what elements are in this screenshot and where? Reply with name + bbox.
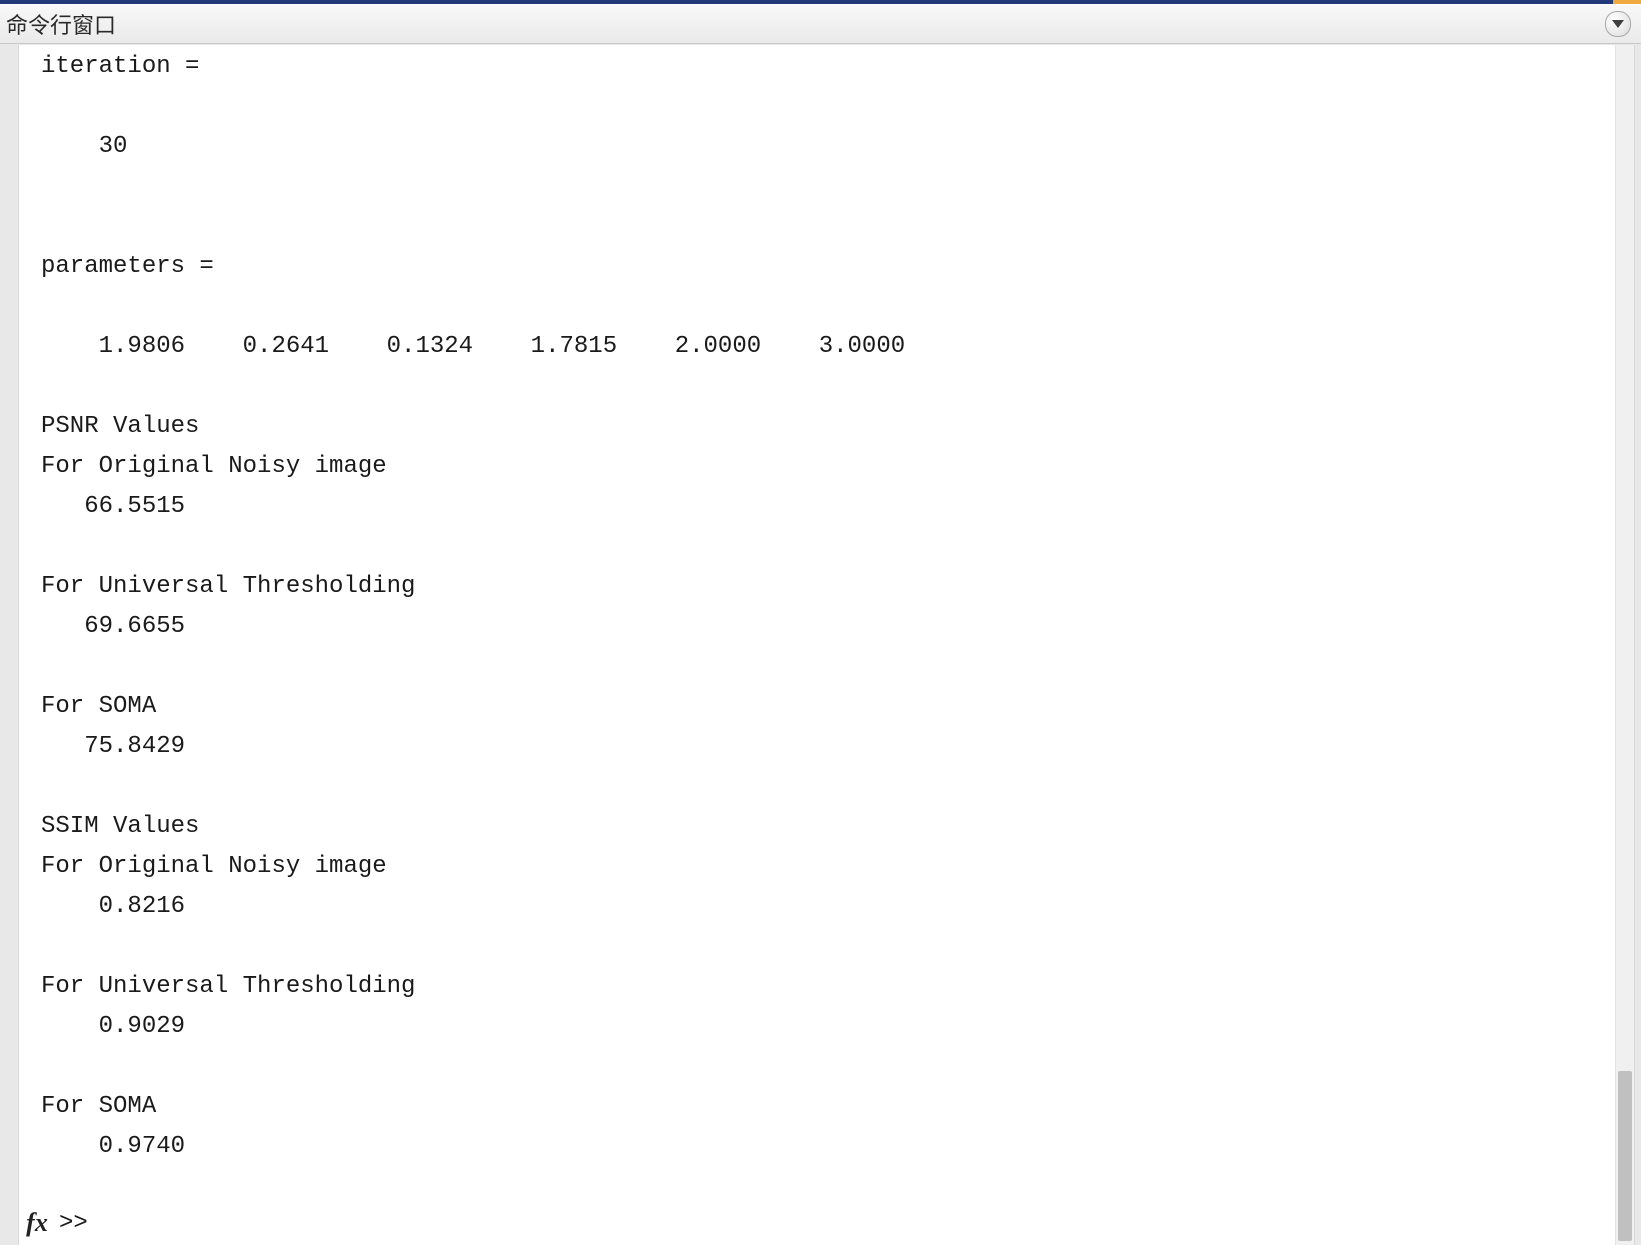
output-psnr-orig-label: For Original Noisy image bbox=[41, 453, 387, 480]
chevron-down-icon bbox=[1612, 20, 1624, 28]
command-prompt[interactable]: >> bbox=[59, 1210, 88, 1237]
output-ssim-ut-label: For Universal Thresholding bbox=[41, 973, 415, 1000]
command-window-titlebar: 命令行窗口 bbox=[0, 4, 1641, 44]
output-ssim-orig-value: 0.8216 bbox=[41, 893, 185, 920]
scrollbar-thumb[interactable] bbox=[1618, 1071, 1632, 1241]
output-psnr-ut-value: 69.6655 bbox=[41, 613, 185, 640]
command-window-body: iteration = 30 parameters = 1.9806 0.264… bbox=[18, 45, 1635, 1245]
output-ssim-orig-label: For Original Noisy image bbox=[41, 853, 387, 880]
command-window-output[interactable]: iteration = 30 parameters = 1.9806 0.264… bbox=[19, 45, 1615, 1245]
output-ssim-ut-value: 0.9029 bbox=[41, 1013, 185, 1040]
output-psnr-ut-label: For Universal Thresholding bbox=[41, 573, 415, 600]
output-psnr-soma-label: For SOMA bbox=[41, 693, 156, 720]
panel-menu-button[interactable] bbox=[1605, 11, 1631, 37]
output-iteration-value: 30 bbox=[41, 133, 127, 160]
output-ssim-soma-value: 0.9740 bbox=[41, 1133, 185, 1160]
command-window-title: 命令行窗口 bbox=[6, 8, 1605, 40]
output-psnr-soma-value: 75.8429 bbox=[41, 733, 185, 760]
output-ssim-soma-label: For SOMA bbox=[41, 1093, 156, 1120]
output-iteration-label: iteration = bbox=[41, 53, 199, 80]
output-parameters-label: parameters = bbox=[41, 253, 214, 280]
output-psnr-orig-value: 66.5515 bbox=[41, 493, 185, 520]
vertical-scrollbar[interactable] bbox=[1615, 45, 1634, 1245]
output-ssim-header: SSIM Values bbox=[41, 813, 199, 840]
app-root: 命令行窗口 iteration = 30 parameters = 1.9806… bbox=[0, 0, 1641, 1245]
command-prompt-row: fx >> bbox=[19, 1203, 88, 1243]
fx-icon[interactable]: fx bbox=[21, 1207, 53, 1239]
output-parameters-row: 1.9806 0.2641 0.1324 1.7815 2.0000 3.000… bbox=[41, 333, 905, 360]
output-psnr-header: PSNR Values bbox=[41, 413, 199, 440]
